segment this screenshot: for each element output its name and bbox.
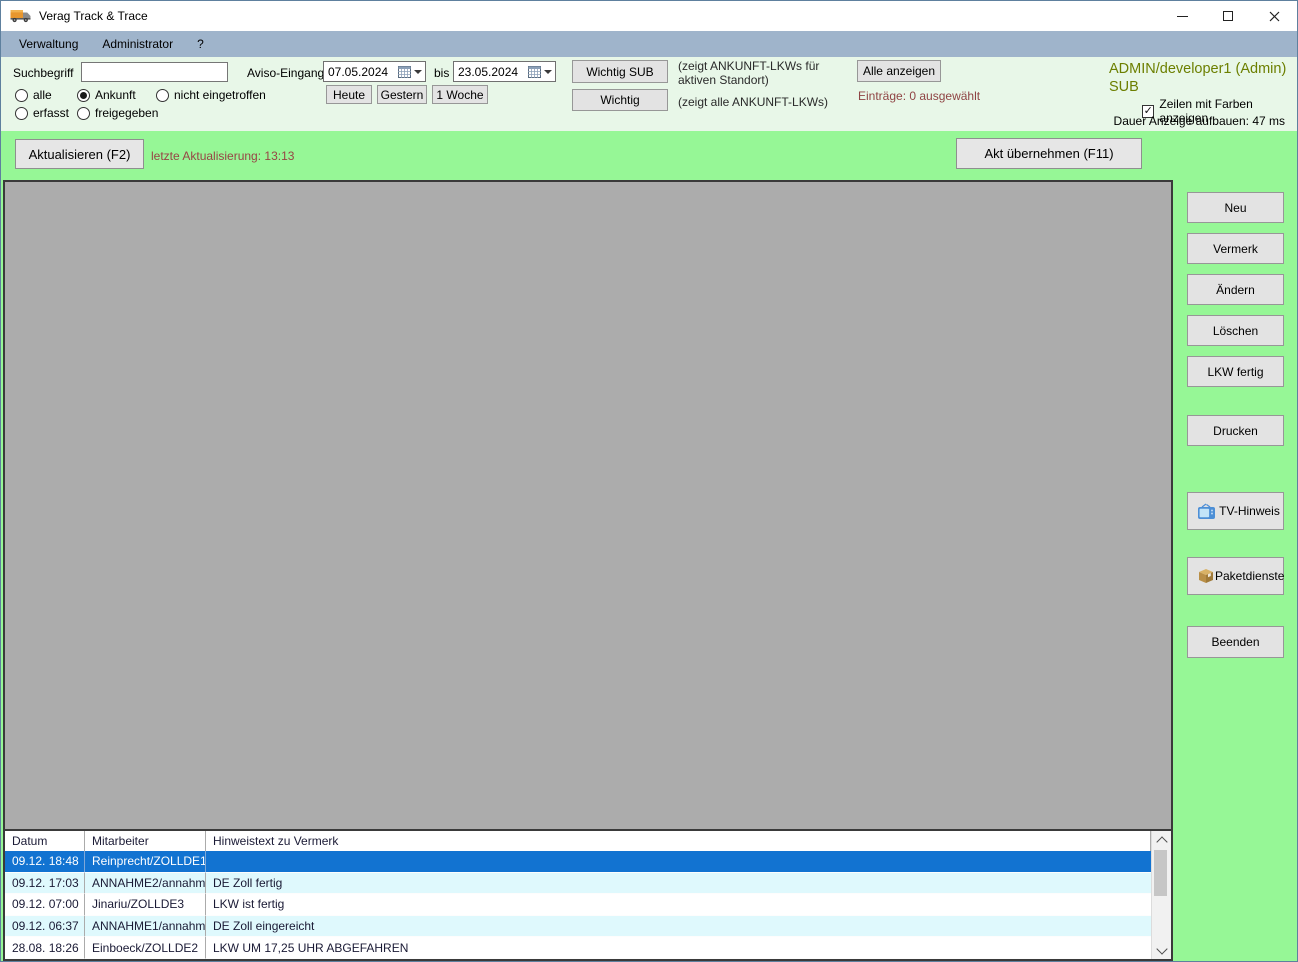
table-scrollbar[interactable] — [1151, 831, 1171, 959]
vermerk-button[interactable]: Vermerk — [1187, 233, 1284, 264]
radio-alle[interactable]: alle — [15, 88, 52, 102]
action-bar: Aktualisieren (F2) letzte Aktualisierung… — [1, 131, 1297, 179]
scroll-up-button[interactable] — [1152, 831, 1171, 848]
wichtig-sub-hint: (zeigt ANKUNFT-LKWs für aktiven Standort… — [678, 59, 820, 87]
radio-circle-icon — [156, 88, 169, 102]
table-row[interactable]: 28.08. 18:26 Einboeck/ZOLLDE2 LKW UM 17,… — [5, 937, 1151, 959]
radio-circle-icon — [77, 106, 90, 120]
app-window: Verag Track & Trace Verwaltung Administr… — [0, 0, 1298, 962]
chevron-down-icon — [414, 69, 422, 74]
calendar-icon — [398, 65, 411, 78]
alle-anzeigen-button[interactable]: Alle anzeigen — [857, 60, 941, 82]
akt-uebernehmen-button[interactable]: Akt übernehmen (F11) — [956, 138, 1142, 169]
column-header-mitarbeiter[interactable]: Mitarbeiter — [85, 831, 206, 851]
scrollbar-thumb[interactable] — [1154, 850, 1167, 896]
window-title: Verag Track & Trace — [39, 9, 148, 23]
aviso-eingang-label: Aviso-Eingang — [247, 66, 325, 80]
search-label: Suchbegriff — [13, 66, 74, 80]
menu-verwaltung[interactable]: Verwaltung — [7, 33, 90, 55]
tv-icon — [1197, 502, 1216, 520]
radio-circle-icon — [15, 106, 28, 120]
table-row[interactable]: 09.12. 07:00 Jinariu/ZOLLDE3 LKW ist fer… — [5, 894, 1151, 916]
wichtig-button[interactable]: Wichtig — [572, 89, 668, 111]
notes-table: Datum Mitarbeiter Hinweistext zu Vermerk… — [5, 829, 1171, 959]
close-icon — [1269, 11, 1279, 21]
chevron-down-icon — [1155, 942, 1168, 955]
last-refresh-label: letzte Aktualisierung: 13:13 — [151, 149, 295, 163]
truck-icon — [10, 9, 31, 23]
date-to-input[interactable]: 23.05.2024 — [453, 61, 556, 82]
loeschen-button[interactable]: Löschen — [1187, 315, 1284, 346]
search-input[interactable] — [81, 62, 228, 82]
table-row[interactable]: 09.12. 18:48 Reinprecht/ZOLLDE1 — [5, 851, 1151, 873]
tv-hinweis-button[interactable]: TV-Hinweis — [1187, 492, 1284, 530]
chevron-down-icon — [544, 69, 552, 74]
column-header-hinweistext[interactable]: Hinweistext zu Vermerk — [206, 831, 1151, 851]
radio-erfasst[interactable]: erfasst — [15, 106, 69, 120]
radio-circle-icon — [15, 88, 28, 102]
aendern-button[interactable]: Ändern — [1187, 274, 1284, 305]
minimize-icon — [1176, 15, 1188, 17]
minimize-button[interactable] — [1159, 1, 1205, 31]
bis-label: bis — [434, 66, 450, 80]
wichtig-hint: (zeigt alle ANKUNFT-LKWs) — [678, 95, 829, 109]
neu-button[interactable]: Neu — [1187, 192, 1284, 223]
maximize-icon — [1223, 11, 1233, 21]
package-icon-button[interactable]: Paketdienste — [1187, 557, 1284, 595]
current-user-label: ADMIN/developer1 (Admin) SUB — [1109, 61, 1287, 95]
aktualisieren-button[interactable]: Aktualisieren (F2) — [15, 139, 144, 169]
title-bar: Verag Track & Trace — [1, 1, 1297, 31]
scroll-down-button[interactable] — [1152, 942, 1171, 959]
date-from-input[interactable]: 07.05.2024 — [323, 61, 426, 82]
wichtig-sub-button[interactable]: Wichtig SUB — [572, 60, 668, 83]
gestern-button[interactable]: Gestern — [377, 85, 427, 104]
drucken-button[interactable]: Drucken — [1187, 415, 1284, 446]
main-content: Datum Mitarbeiter Hinweistext zu Vermerk… — [3, 180, 1173, 961]
table-header: Datum Mitarbeiter Hinweistext zu Vermerk — [5, 831, 1151, 851]
radio-freigegeben[interactable]: freigegeben — [77, 106, 158, 120]
table-row[interactable]: 09.12. 17:03 ANNAHME2/annahme2 DE Zoll f… — [5, 872, 1151, 895]
radio-circle-icon — [77, 88, 90, 102]
beenden-button[interactable]: Beenden — [1187, 626, 1284, 658]
maximize-button[interactable] — [1205, 1, 1251, 31]
radio-ankunft[interactable]: Ankunft — [77, 88, 136, 102]
menu-bar: Verwaltung Administrator ? — [1, 31, 1297, 57]
table-row[interactable]: 09.12. 06:37 ANNAHME1/annahme1 DE Zoll e… — [5, 915, 1151, 938]
entries-status: Einträge: 0 ausgewählt — [858, 89, 981, 103]
chevron-up-icon — [1155, 835, 1168, 848]
column-header-datum[interactable]: Datum — [5, 831, 85, 851]
package-icon — [1197, 567, 1215, 585]
menu-help[interactable]: ? — [185, 33, 216, 55]
heute-button[interactable]: Heute — [326, 85, 372, 104]
eine-woche-button[interactable]: 1 Woche — [432, 85, 488, 104]
close-button[interactable] — [1251, 1, 1297, 31]
lkw-fertig-button[interactable]: LKW fertig — [1187, 356, 1284, 387]
empty-grid-area — [5, 182, 1171, 829]
radio-nicht-eingetroffen[interactable]: nicht eingetroffen — [156, 88, 266, 102]
calendar-icon — [528, 65, 541, 78]
render-duration-label: Dauer Anzeige aufbauen: 47 ms — [1113, 114, 1285, 128]
menu-administrator[interactable]: Administrator — [90, 33, 185, 55]
filter-panel: Suchbegriff alle Ankunft nicht eingetrof… — [1, 57, 1297, 131]
